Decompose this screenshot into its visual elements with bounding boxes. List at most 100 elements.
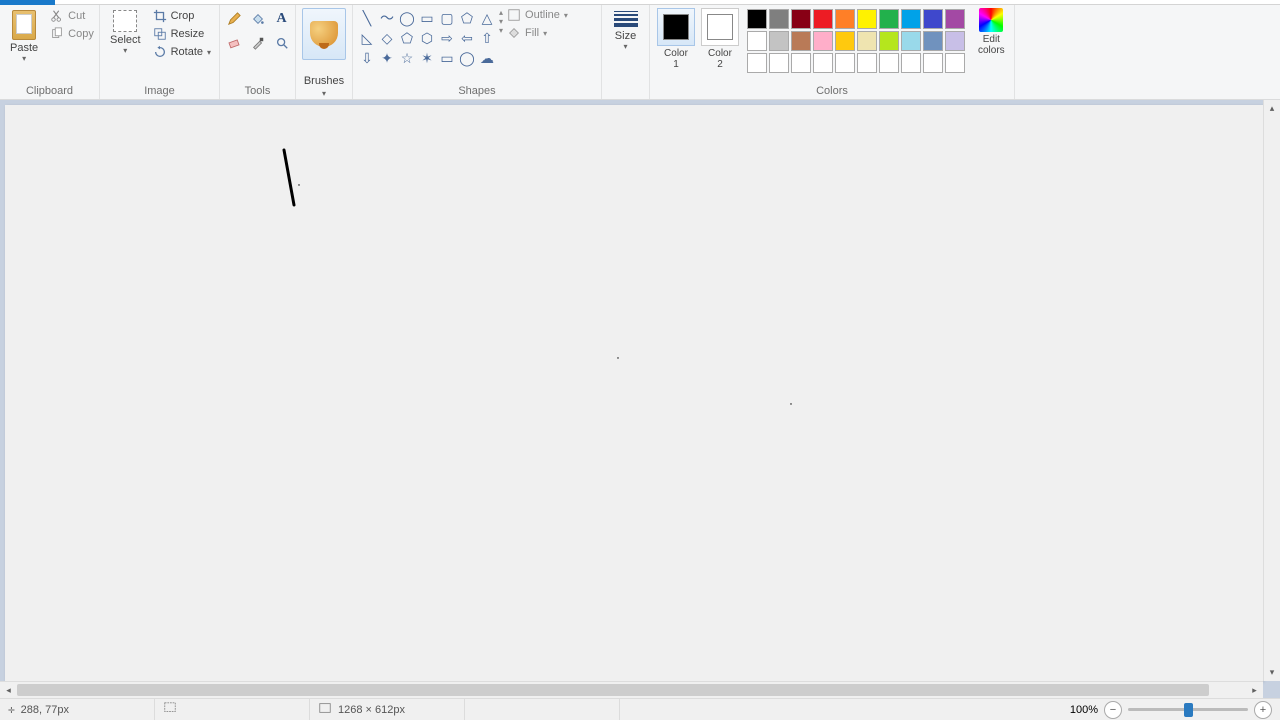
shape-gallery[interactable]: ╲ 〜 ◯ ▭ ▢ ⬠ △ ◺ ◇ ⬠ ⬡ ⇨ ⇦ ⇧ ⇩ ✦ ☆ ✶ ▭ ◯ <box>357 8 497 68</box>
zoom-slider[interactable] <box>1128 708 1248 711</box>
shape-oval[interactable]: ◯ <box>397 8 417 28</box>
zoom-controls: 100% − + <box>1062 701 1280 719</box>
palette-color[interactable] <box>945 31 965 51</box>
scroll-right-icon[interactable]: ▸ <box>1246 682 1263 698</box>
palette-color[interactable] <box>923 53 943 73</box>
outline-icon <box>507 8 521 22</box>
magnifier-tool[interactable] <box>271 32 293 54</box>
shape-pentagon[interactable]: ⬠ <box>397 28 417 48</box>
shape-arrow-down[interactable]: ⇩ <box>357 48 377 68</box>
rotate-button[interactable]: Rotate ▾ <box>149 44 215 60</box>
palette-color[interactable] <box>791 31 811 51</box>
shape-callout-rect[interactable]: ▭ <box>437 48 457 68</box>
text-tool[interactable]: A <box>271 8 293 30</box>
canvas-drawing <box>5 105 1263 681</box>
shape-star6[interactable]: ✶ <box>417 48 437 68</box>
shape-right-triangle[interactable]: ◺ <box>357 28 377 48</box>
vertical-scrollbar[interactable]: ▴ ▾ <box>1263 100 1280 681</box>
group-colors: Color 1 Color 2 Edit colors Colors <box>650 5 1015 99</box>
select-icon <box>113 10 137 32</box>
palette-color[interactable] <box>835 9 855 29</box>
horizontal-scrollbar[interactable]: ◂ ▸ <box>0 681 1263 698</box>
palette-color[interactable] <box>945 53 965 73</box>
color-picker-tool[interactable] <box>247 32 269 54</box>
shape-callout-oval[interactable]: ◯ <box>457 48 477 68</box>
palette-color[interactable] <box>879 9 899 29</box>
palette-color[interactable] <box>769 53 789 73</box>
shape-triangle[interactable]: △ <box>477 8 497 28</box>
palette-color[interactable] <box>835 31 855 51</box>
scroll-thumb[interactable] <box>17 684 1209 696</box>
shape-outline-button[interactable]: Outline ▾ <box>507 8 568 22</box>
canvas[interactable] <box>5 105 1263 681</box>
palette-color[interactable] <box>813 53 833 73</box>
gallery-scroll-down[interactable]: ▾ <box>499 17 503 26</box>
zoom-out-button[interactable]: − <box>1104 701 1122 719</box>
color2-button[interactable] <box>701 8 739 46</box>
palette-color[interactable] <box>857 31 877 51</box>
color1-button[interactable] <box>657 8 695 46</box>
resize-label: Resize <box>171 28 205 40</box>
shape-arrow-up[interactable]: ⇧ <box>477 28 497 48</box>
palette-color[interactable] <box>857 53 877 73</box>
cursor-pos-value: 288, 77px <box>21 704 69 716</box>
shape-fill-button[interactable]: Fill ▾ <box>507 26 568 40</box>
zoom-thumb[interactable] <box>1184 703 1193 717</box>
resize-button[interactable]: Resize <box>149 26 215 42</box>
palette-color[interactable] <box>747 31 767 51</box>
size-button[interactable]: Size ▾ <box>608 8 644 53</box>
shape-star5[interactable]: ☆ <box>397 48 417 68</box>
pencil-tool[interactable] <box>223 8 245 30</box>
rotate-icon <box>153 45 167 59</box>
select-button[interactable]: Select ▾ <box>104 8 147 57</box>
shape-callout-cloud[interactable]: ☁ <box>477 48 497 68</box>
cut-button[interactable]: Cut <box>46 8 98 24</box>
shape-diamond[interactable]: ◇ <box>377 28 397 48</box>
gallery-scroll-up[interactable]: ▴ <box>499 8 503 17</box>
palette-color[interactable] <box>747 53 767 73</box>
scroll-track[interactable] <box>17 682 1246 698</box>
palette-color[interactable] <box>791 53 811 73</box>
eraser-tool[interactable] <box>223 32 245 54</box>
brushes-button[interactable] <box>302 8 346 60</box>
palette-color[interactable] <box>857 9 877 29</box>
chevron-down-icon: ▾ <box>543 29 547 38</box>
crop-button[interactable]: Crop <box>149 8 215 24</box>
palette-color[interactable] <box>879 31 899 51</box>
fill-tool[interactable] <box>247 8 269 30</box>
scroll-up-icon[interactable]: ▴ <box>1264 100 1280 117</box>
shape-rect[interactable]: ▭ <box>417 8 437 28</box>
scroll-down-icon[interactable]: ▾ <box>1264 664 1280 681</box>
shape-line[interactable]: ╲ <box>357 8 377 28</box>
shape-roundrect[interactable]: ▢ <box>437 8 457 28</box>
shape-hexagon[interactable]: ⬡ <box>417 28 437 48</box>
zoom-in-button[interactable]: + <box>1254 701 1272 719</box>
shape-arrow-right[interactable]: ⇨ <box>437 28 457 48</box>
scroll-left-icon[interactable]: ◂ <box>0 682 17 698</box>
palette-color[interactable] <box>901 53 921 73</box>
palette-color[interactable] <box>923 31 943 51</box>
palette-color[interactable] <box>879 53 899 73</box>
palette-color[interactable] <box>945 9 965 29</box>
palette-color[interactable] <box>901 9 921 29</box>
paste-button[interactable]: Paste ▾ <box>4 8 44 65</box>
palette-color[interactable] <box>813 9 833 29</box>
palette-color[interactable] <box>747 9 767 29</box>
shape-star4[interactable]: ✦ <box>377 48 397 68</box>
shape-curve[interactable]: 〜 <box>377 8 397 28</box>
palette-color[interactable] <box>901 31 921 51</box>
gallery-expand[interactable]: ▾ <box>499 26 503 35</box>
palette-color[interactable] <box>769 9 789 29</box>
edit-colors-button[interactable]: Edit colors <box>972 8 1011 58</box>
shape-arrow-left[interactable]: ⇦ <box>457 28 477 48</box>
palette-color[interactable] <box>769 31 789 51</box>
copy-button[interactable]: Copy <box>46 26 98 42</box>
palette-color[interactable] <box>813 31 833 51</box>
edit-colors-label: Edit colors <box>978 34 1005 56</box>
palette-color[interactable] <box>835 53 855 73</box>
paste-label: Paste <box>10 42 38 54</box>
palette-color[interactable] <box>791 9 811 29</box>
palette-color[interactable] <box>923 9 943 29</box>
selection-icon <box>163 701 177 718</box>
shape-polygon[interactable]: ⬠ <box>457 8 477 28</box>
